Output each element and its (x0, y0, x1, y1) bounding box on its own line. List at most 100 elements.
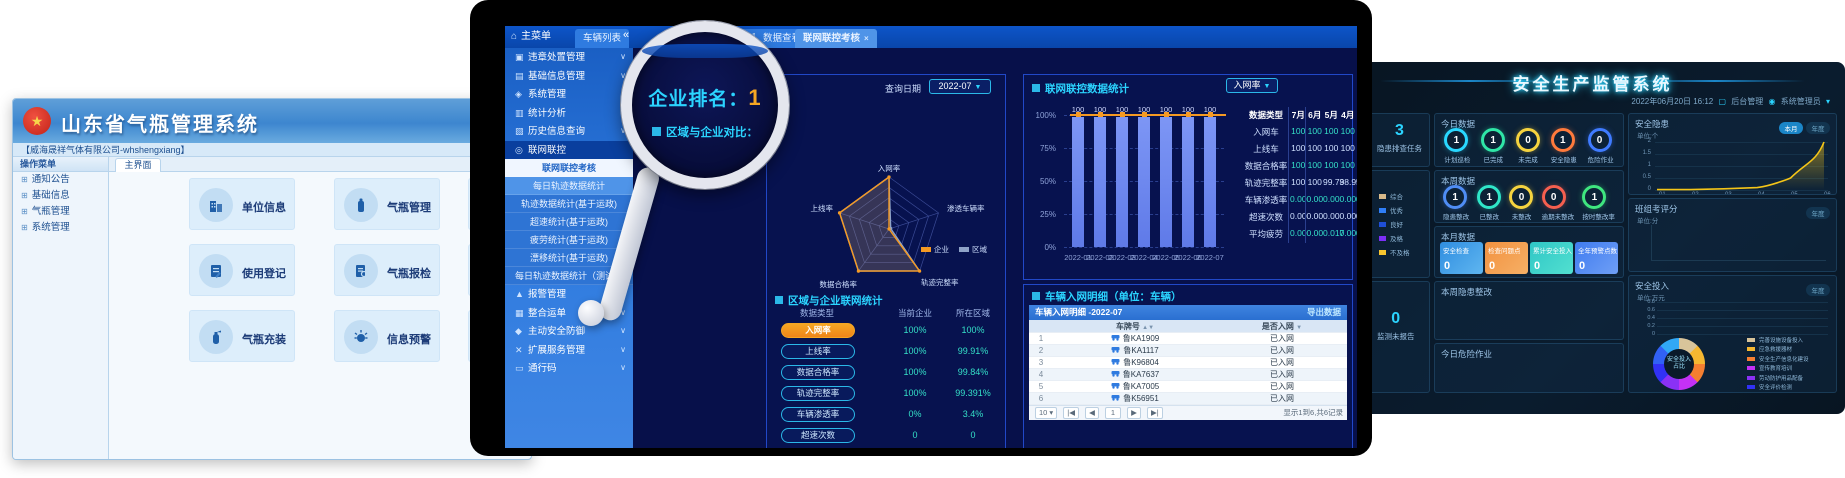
submenu-item[interactable]: 超速统计(基于运政) (505, 213, 633, 231)
table-row[interactable]: 4 鲁KA7637 已入网 (1029, 369, 1347, 381)
menu-item[interactable]: ▣违章处置管理∨ (505, 48, 633, 67)
prev-page-button[interactable]: ◀ (1085, 407, 1099, 419)
cell-value: 100 (1356, 126, 1357, 136)
stat-badge-0[interactable]: 入网率 (781, 323, 855, 338)
tile-4[interactable]: 气瓶充装 (189, 310, 295, 362)
menu-item[interactable]: ✕扩展服务管理∨ (505, 341, 633, 360)
app-header: ★ 山东省气瓶管理系统 (13, 99, 531, 143)
cell-value: 100 (1323, 143, 1340, 153)
legend-item: 不及格 (1379, 247, 1410, 257)
menu-item[interactable]: ▭通行码∨ (505, 359, 633, 378)
tab-3[interactable]: 联网联控考核× (795, 29, 877, 48)
tile-0[interactable]: 单位信息 (189, 178, 295, 230)
plate-cell: 鲁KA7637 (1053, 369, 1217, 380)
row-label: 上线车 (1242, 143, 1290, 155)
table-row[interactable]: 1 鲁KA1909 已入网 (1029, 333, 1347, 345)
next-page-button[interactable]: ▶ (1127, 407, 1141, 419)
main-menu-home[interactable]: ⌂主菜单 (511, 26, 551, 48)
legend-swatch-icon (1747, 347, 1755, 351)
network-icon: ◎ (515, 141, 528, 160)
sidebar-item-3[interactable]: ⊞系统管理 (13, 220, 108, 236)
week-data-panel: 本周数据 1 隐患整改 1 已整改 0 未整改 0 逾期未整改 1 按时整改率 (1434, 170, 1624, 223)
col-status[interactable]: 是否入网 ▼ (1217, 321, 1347, 332)
menu-item[interactable]: ▧历史信息查询∨ (505, 122, 633, 141)
page-input[interactable]: 1 (1105, 407, 1121, 419)
tile-3[interactable]: 气瓶报检 (334, 244, 440, 296)
month-data-panel: 本月数据 安全检查0检查问题点0累计安全投入0全年预警点数0 (1434, 226, 1624, 278)
menu-item[interactable]: ▥统计分析∨ (505, 104, 633, 123)
menu-item[interactable]: ▤基础信息管理∨ (505, 67, 633, 86)
sidebar-item-1[interactable]: ⊞基础信息 (13, 188, 108, 204)
metric-card[interactable]: 累计安全投入0 (1530, 242, 1573, 274)
metric-card[interactable]: 安全检查0 (1440, 242, 1483, 274)
query-date-select[interactable]: 2022-07▼ (929, 79, 991, 94)
legend-swatch-icon (1379, 250, 1386, 255)
stat-company-value: 100% (887, 325, 943, 335)
last-page-button[interactable]: ▶| (1147, 407, 1163, 419)
metric-card[interactable]: 全年预警点数0 (1575, 242, 1618, 274)
first-page-button[interactable]: |◀ (1063, 407, 1079, 419)
detail-header-row: 车牌号 ▲▼ 是否入网 ▼ (1029, 320, 1347, 333)
stat-badge-5[interactable]: 超速次数 (781, 428, 855, 443)
expand-plus-icon[interactable]: ⊞ (21, 223, 28, 232)
table-row[interactable]: 3 鲁K96804 已入网 (1029, 357, 1347, 369)
week-fix-panel: 本周隐患整改 (1434, 281, 1624, 340)
tile-label: 气瓶管理 (387, 199, 431, 215)
tile-2[interactable]: 使用登记 (189, 244, 295, 296)
menu-item[interactable]: ◆主动安全防御∨ (505, 322, 633, 341)
row-label: 平均疲劳 (1242, 228, 1290, 240)
col-plate[interactable]: 车牌号 ▲▼ (1053, 321, 1217, 332)
stat-badge-4[interactable]: 车辆渗透率 (781, 407, 855, 422)
metric-card[interactable]: 检查问题点0 (1485, 242, 1528, 274)
expand-plus-icon[interactable]: ⊞ (21, 207, 28, 216)
tile-5[interactable]: 信息预警 (334, 310, 440, 362)
menu-item[interactable]: ◈系统管理 (505, 85, 633, 104)
title-square-icon (652, 127, 661, 136)
invest-donut-chart: 安全投入占比 (1653, 338, 1705, 390)
admin-link[interactable]: 后台管理 (1731, 97, 1763, 106)
donut-center-label: 安全投入占比 (1664, 349, 1694, 379)
stat-badge-2[interactable]: 数据合格率 (781, 365, 855, 380)
sidebar-menu: ⊞通知公告⊞基础信息⊞气瓶管理⊞系统管理 (13, 172, 108, 236)
stat-region-value: 99.91% (945, 346, 1001, 356)
tab-0[interactable]: 车辆列表 (575, 29, 629, 48)
cell-value: 0.00 (1340, 228, 1357, 238)
pill-year[interactable]: 年度 (1806, 284, 1830, 296)
submenu-item[interactable]: 轨迹数据统计(基于运政) (505, 195, 633, 213)
table-row[interactable]: 5 鲁KA7005 已入网 (1029, 381, 1347, 393)
sidebar-item-0[interactable]: ⊞通知公告 (13, 172, 108, 188)
ring-label: 逾期未整改 (1542, 211, 1575, 221)
table-row[interactable]: 2 鲁KA1117 已入网 (1029, 345, 1347, 357)
export-button[interactable]: 导出数据 (1307, 305, 1341, 320)
ring-gauge: 0 (1542, 185, 1566, 209)
stats-icon: ▥ (515, 104, 528, 123)
expand-plus-icon[interactable]: ⊞ (21, 191, 28, 200)
tab-bar: 主界面 (109, 157, 531, 172)
close-icon[interactable]: × (864, 34, 869, 43)
cell-value: 0.00 (1356, 228, 1357, 238)
card-row: 安全检查0检查问题点0累计安全投入0全年预警点数0 (1439, 242, 1619, 274)
panel-title: 安全投入 (1635, 280, 1669, 292)
user-menu[interactable]: 系统管理员 (1781, 97, 1821, 106)
submenu-item[interactable]: 疲劳统计(基于运政) (505, 231, 633, 249)
submenu-item[interactable]: 每日轨迹数据统计 (505, 177, 633, 195)
tile-1[interactable]: 气瓶管理 (334, 178, 440, 230)
pill-year[interactable]: 年度 (1806, 207, 1830, 219)
page-size-select[interactable]: 10 ▾ (1035, 407, 1057, 419)
expand-plus-icon[interactable]: ⊞ (21, 175, 28, 184)
table-row[interactable]: 6 鲁K56951 已入网 (1029, 393, 1347, 405)
stat-badge-1[interactable]: 上线率 (781, 344, 855, 359)
stat-region-value: 99.391% (945, 388, 1001, 398)
y-tick: 25% (1030, 210, 1056, 219)
cell-value: 0.00 (1356, 211, 1357, 221)
tab-main[interactable]: 主界面 (115, 158, 161, 172)
caret-down-icon[interactable]: ▾ (1826, 97, 1830, 106)
collapse-icon[interactable]: « (623, 29, 629, 41)
stat-badge-3[interactable]: 轨迹完整率 (781, 386, 855, 401)
legend-swatch-icon (1747, 366, 1755, 370)
magnified-tabbar-fragment (642, 44, 768, 58)
metric-select[interactable]: 入网率▼ (1226, 78, 1278, 93)
submenu-item[interactable]: 联网联控考核 (505, 159, 633, 177)
menu-item[interactable]: ◎联网联控 (505, 141, 633, 160)
sidebar-item-2[interactable]: ⊞气瓶管理 (13, 204, 108, 220)
